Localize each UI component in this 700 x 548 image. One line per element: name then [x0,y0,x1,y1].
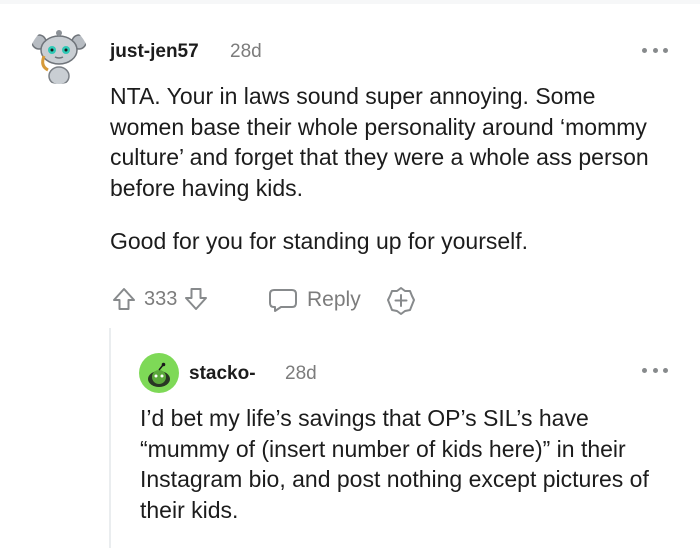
comment-body-paragraph: NTA. Your in laws sound super annoying. … [110,83,649,201]
comment-timestamp: 28d [230,41,262,62]
user-avatar[interactable] [30,26,88,84]
top-divider [0,0,700,4]
downvote-icon[interactable] [183,286,209,312]
comment-username[interactable]: stacko- [189,363,256,385]
snoo-avatar-icon [148,362,170,387]
reply-button[interactable]: Reply [268,287,361,313]
comment-timestamp: 28d [285,363,317,384]
comment-body-paragraph: Good for you for standing up for yoursel… [110,228,529,254]
vote-score: 333 [144,287,178,310]
award-plus-icon [387,287,415,315]
award-button[interactable] [386,286,416,316]
upvote-icon[interactable] [111,286,137,312]
comment-body-paragraph: I’d bet my life’s savings that OP’s SIL’… [140,405,649,523]
user-avatar[interactable] [139,353,179,393]
snoo-avatar-icon [30,26,88,84]
more-options-icon[interactable] [642,48,668,56]
more-options-icon[interactable] [642,368,668,376]
reply-label: Reply [307,288,361,311]
thread-line[interactable] [109,328,111,548]
comment-username[interactable]: just-jen57 [110,41,199,63]
comment-bubble-icon [269,289,297,312]
vote-controls: 333 [111,286,209,312]
